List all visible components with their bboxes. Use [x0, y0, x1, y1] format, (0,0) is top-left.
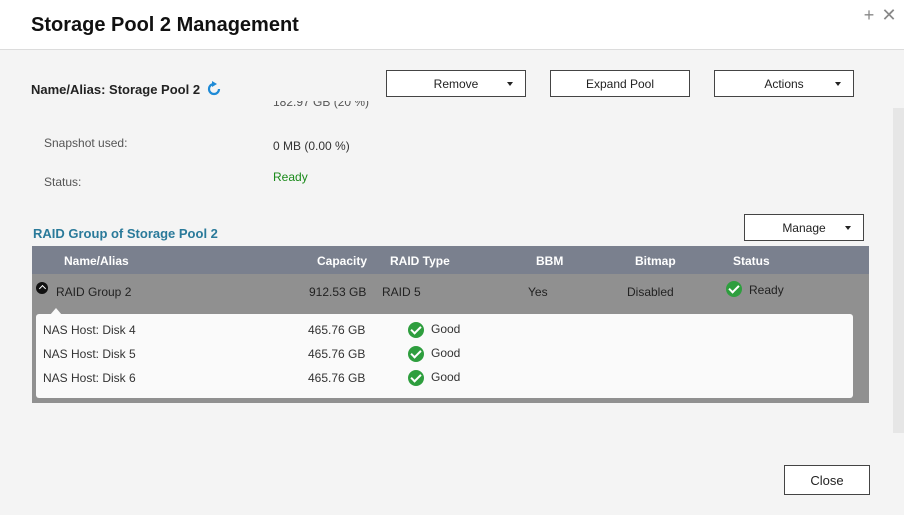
raid-group-bitmap: Disabled	[627, 285, 674, 299]
window-titlebar: Storage Pool 2 Management + ✕	[0, 0, 904, 50]
column-header-capacity[interactable]: Capacity	[317, 254, 367, 268]
disk-status: Good	[431, 322, 461, 336]
refresh-icon[interactable]	[206, 81, 222, 97]
manage-button[interactable]: Manage	[744, 214, 864, 241]
disk-status: Good	[431, 346, 461, 360]
manage-button-label: Manage	[782, 220, 826, 235]
pool-name-row: Name/Alias: Storage Pool 2	[31, 81, 222, 97]
raid-group-status: Ready	[749, 283, 784, 297]
status-value: Ready	[273, 170, 308, 184]
snapshot-used-label: Snapshot used:	[44, 136, 128, 150]
column-header-raid-type[interactable]: RAID Type	[390, 254, 450, 268]
column-header-bitmap[interactable]: Bitmap	[635, 254, 676, 268]
check-circle-icon	[408, 322, 424, 338]
raid-section-title: RAID Group of Storage Pool 2	[33, 226, 218, 241]
snapshot-used-value: 0 MB (0.00 %)	[273, 139, 350, 153]
close-button[interactable]: Close	[784, 465, 870, 495]
pool-name-label: Name/Alias: Storage Pool 2	[31, 81, 201, 97]
window-title: Storage Pool 2 Management	[31, 14, 299, 36]
disk-status: Good	[431, 370, 461, 384]
remove-button-label: Remove	[433, 76, 479, 91]
actions-button[interactable]: Actions	[714, 70, 854, 97]
expand-pool-button[interactable]: Expand Pool	[550, 70, 690, 97]
expand-pool-button-label: Expand Pool	[585, 76, 655, 91]
disk-name: NAS Host: Disk 4	[43, 323, 136, 337]
disk-name: NAS Host: Disk 5	[43, 347, 136, 361]
raid-group-type: RAID 5	[382, 285, 421, 299]
cutoff-info-value: 182.97 GB (20 %)	[273, 101, 370, 109]
raid-group-table: Name/Alias Capacity RAID Type BBM Bitmap…	[32, 246, 869, 403]
disk-capacity: 465.76 GB	[308, 323, 366, 337]
check-circle-icon	[408, 346, 424, 362]
list-item[interactable]: NAS Host: Disk 4 465.76 GB Good	[36, 319, 853, 343]
disk-list-panel: NAS Host: Disk 4 465.76 GB Good NAS Host…	[36, 314, 853, 398]
raid-group-name: RAID Group 2	[56, 285, 132, 299]
column-header-bbm[interactable]: BBM	[536, 254, 563, 268]
check-circle-icon	[408, 370, 424, 386]
remove-button[interactable]: Remove	[386, 70, 526, 97]
table-row[interactable]: RAID Group 2 912.53 GB RAID 5 Yes Disabl…	[32, 274, 869, 306]
collapse-toggle-icon[interactable]	[36, 282, 48, 294]
scrollbar[interactable]	[893, 108, 904, 433]
close-icon[interactable]: ✕	[880, 6, 898, 24]
raid-group-capacity: 912.53 GB	[309, 285, 367, 299]
check-circle-icon	[726, 281, 742, 297]
disk-capacity: 465.76 GB	[308, 347, 366, 361]
list-item[interactable]: NAS Host: Disk 6 465.76 GB Good	[36, 367, 853, 391]
status-label: Status:	[44, 175, 82, 189]
list-item[interactable]: NAS Host: Disk 5 465.76 GB Good	[36, 343, 853, 367]
chevron-down-icon	[835, 82, 841, 86]
column-header-status[interactable]: Status	[733, 254, 770, 268]
table-header: Name/Alias Capacity RAID Type BBM Bitmap…	[32, 246, 869, 274]
add-icon[interactable]: +	[860, 6, 878, 24]
raid-group-bbm: Yes	[528, 285, 548, 299]
chevron-down-icon	[845, 226, 851, 230]
disk-name: NAS Host: Disk 6	[43, 371, 136, 385]
column-header-name[interactable]: Name/Alias	[64, 254, 129, 268]
disk-capacity: 465.76 GB	[308, 371, 366, 385]
chevron-down-icon	[507, 82, 513, 86]
actions-button-label: Actions	[764, 76, 804, 91]
close-button-label: Close	[810, 472, 844, 488]
